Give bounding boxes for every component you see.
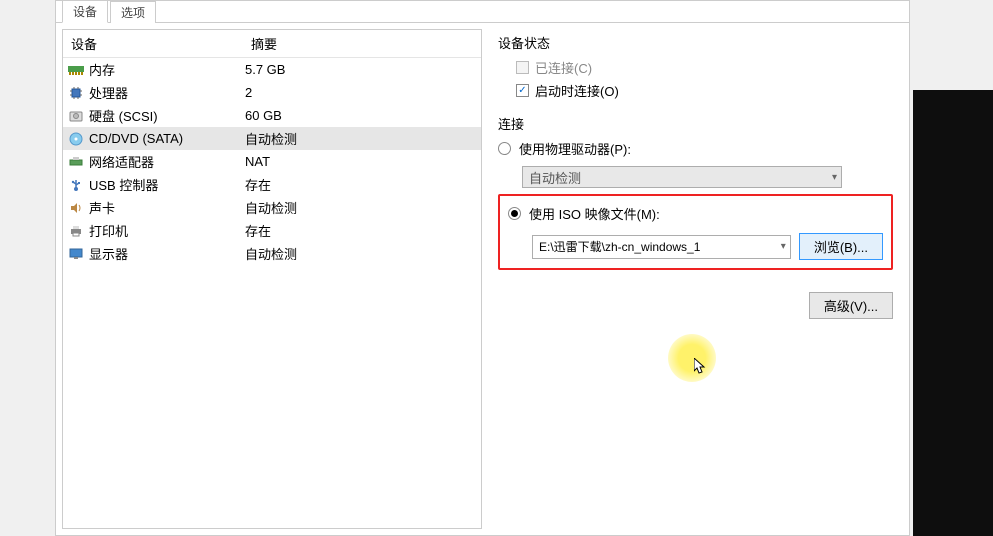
iso-path-value: E:\迅雷下载\zh-cn_windows_1 bbox=[539, 238, 700, 255]
device-summary: 2 bbox=[245, 85, 477, 100]
vm-settings-window: 设备 选项 设备 摘要 内存 5.7 GB 处理器 2 bbox=[55, 0, 910, 536]
connected-label: 已连接(C) bbox=[535, 58, 592, 77]
connect-poweron-label: 启动时连接(O) bbox=[535, 81, 619, 100]
device-summary: 自动检测 bbox=[245, 129, 477, 148]
device-row-usb[interactable]: USB 控制器 存在 bbox=[63, 173, 481, 196]
chevron-down-icon: ▾ bbox=[832, 172, 837, 183]
printer-icon bbox=[67, 223, 85, 239]
connected-checkbox-row: 已连接(C) bbox=[516, 58, 893, 77]
settings-tabs: 设备 选项 bbox=[56, 1, 909, 23]
cd-icon bbox=[67, 131, 85, 147]
summary-col-header[interactable]: 摘要 bbox=[243, 30, 285, 57]
use-iso-radio[interactable] bbox=[508, 207, 521, 220]
browse-button[interactable]: 浏览(B)... bbox=[799, 233, 883, 260]
device-name: 网络适配器 bbox=[89, 152, 245, 171]
connect-poweron-checkbox-row[interactable]: ✓ 启动时连接(O) bbox=[516, 81, 893, 100]
network-icon bbox=[67, 154, 85, 170]
device-row-hdd[interactable]: 硬盘 (SCSI) 60 GB bbox=[63, 104, 481, 127]
settings-content: 设备 摘要 内存 5.7 GB 处理器 2 硬盘 (SCSI) 60 GB bbox=[56, 23, 909, 535]
iso-path-combo[interactable]: E:\迅雷下载\zh-cn_windows_1 ▾ bbox=[532, 235, 791, 259]
device-name: 打印机 bbox=[89, 221, 245, 240]
device-status-group: 设备状态 已连接(C) ✓ 启动时连接(O) bbox=[498, 33, 893, 100]
device-row-network[interactable]: 网络适配器 NAT bbox=[63, 150, 481, 173]
device-col-header[interactable]: 设备 bbox=[63, 30, 243, 57]
memory-icon bbox=[67, 62, 85, 78]
device-row-printer[interactable]: 打印机 存在 bbox=[63, 219, 481, 242]
device-row-cddvd[interactable]: CD/DVD (SATA) 自动检测 bbox=[63, 127, 481, 150]
device-row-memory[interactable]: 内存 5.7 GB bbox=[63, 58, 481, 81]
connect-poweron-checkbox[interactable]: ✓ bbox=[516, 84, 529, 97]
device-summary: 自动检测 bbox=[245, 244, 477, 263]
connected-checkbox bbox=[516, 61, 529, 74]
device-name: CD/DVD (SATA) bbox=[89, 131, 245, 146]
tab-hardware[interactable]: 设备 bbox=[62, 0, 108, 23]
device-summary: NAT bbox=[245, 154, 477, 169]
device-name: 内存 bbox=[89, 60, 245, 79]
iso-highlight-annotation: 使用 ISO 映像文件(M): E:\迅雷下载\zh-cn_windows_1 … bbox=[498, 194, 893, 270]
device-summary: 存在 bbox=[245, 221, 477, 240]
device-row-display[interactable]: 显示器 自动检测 bbox=[63, 242, 481, 265]
device-name: 声卡 bbox=[89, 198, 245, 217]
hdd-icon bbox=[67, 108, 85, 124]
connection-group: 连接 使用物理驱动器(P): 自动检测 ▾ 使用 ISO 映像文件( bbox=[498, 114, 893, 270]
background-dark bbox=[913, 90, 993, 536]
device-summary: 60 GB bbox=[245, 108, 477, 123]
device-detail-panel: 设备状态 已连接(C) ✓ 启动时连接(O) 连接 bbox=[482, 23, 909, 535]
use-iso-radio-row[interactable]: 使用 ISO 映像文件(M): bbox=[508, 204, 883, 223]
advanced-button[interactable]: 高级(V)... bbox=[809, 292, 893, 319]
device-name: 硬盘 (SCSI) bbox=[89, 106, 245, 125]
device-summary: 自动检测 bbox=[245, 198, 477, 217]
usb-icon bbox=[67, 177, 85, 193]
use-physical-radio-row[interactable]: 使用物理驱动器(P): bbox=[498, 139, 893, 158]
sound-icon bbox=[67, 200, 85, 216]
use-iso-label: 使用 ISO 映像文件(M): bbox=[529, 204, 660, 223]
device-name: 显示器 bbox=[89, 244, 245, 263]
device-name: 处理器 bbox=[89, 83, 245, 102]
cpu-icon bbox=[67, 85, 85, 101]
device-row-sound[interactable]: 声卡 自动检测 bbox=[63, 196, 481, 219]
device-row-cpu[interactable]: 处理器 2 bbox=[63, 81, 481, 104]
device-name: USB 控制器 bbox=[89, 175, 245, 194]
device-summary: 5.7 GB bbox=[245, 62, 477, 77]
connection-group-title: 连接 bbox=[498, 114, 893, 133]
display-icon bbox=[67, 246, 85, 262]
use-physical-radio[interactable] bbox=[498, 142, 511, 155]
tab-options[interactable]: 选项 bbox=[110, 1, 156, 23]
chevron-down-icon: ▾ bbox=[781, 241, 786, 252]
use-physical-label: 使用物理驱动器(P): bbox=[519, 139, 631, 158]
physical-drive-value: 自动检测 bbox=[529, 168, 581, 187]
status-group-title: 设备状态 bbox=[498, 33, 893, 52]
physical-drive-combo: 自动检测 ▾ bbox=[522, 166, 842, 188]
device-summary: 存在 bbox=[245, 175, 477, 194]
device-list-panel: 设备 摘要 内存 5.7 GB 处理器 2 硬盘 (SCSI) 60 GB bbox=[62, 29, 482, 529]
device-list-header: 设备 摘要 bbox=[63, 30, 481, 58]
